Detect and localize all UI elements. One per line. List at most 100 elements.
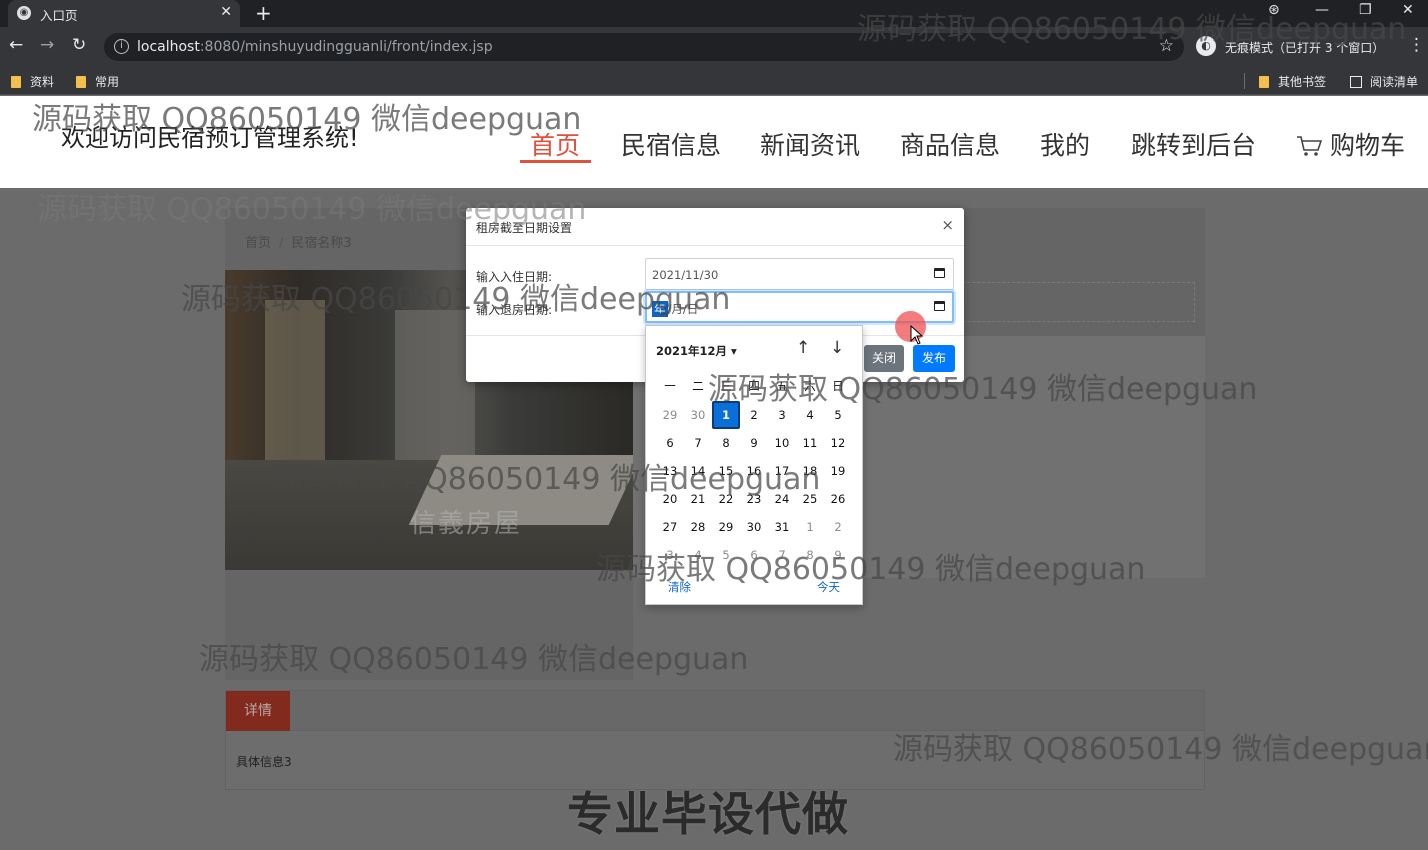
weekday-header: 四 bbox=[748, 379, 760, 393]
more-menu-icon[interactable]: ⋮ bbox=[1408, 35, 1425, 55]
calendar-day[interactable]: 31 bbox=[768, 513, 796, 541]
calendar-day[interactable]: 14 bbox=[684, 457, 712, 485]
calendar-day[interactable]: 18 bbox=[796, 457, 824, 485]
calendar-day[interactable]: 19 bbox=[824, 457, 852, 485]
calendar-day[interactable]: 12 bbox=[824, 429, 852, 457]
calendar-day[interactable]: 23 bbox=[740, 485, 768, 513]
nav-cart[interactable]: 购物车 bbox=[1296, 126, 1405, 162]
weekday-header: 五 bbox=[776, 379, 788, 393]
calendar-day[interactable]: 5 bbox=[712, 541, 740, 569]
calendar-day[interactable]: 20 bbox=[656, 485, 684, 513]
calendar-day[interactable]: 2 bbox=[740, 401, 768, 429]
checkout-label: 输入退房日期: bbox=[476, 303, 553, 317]
browser-tab[interactable]: ◉ 入口页 ✕ bbox=[8, 0, 240, 27]
calendar-day[interactable]: 10 bbox=[768, 429, 796, 457]
calendar-day[interactable]: 9 bbox=[740, 429, 768, 457]
reading-list[interactable]: 阅读清单 bbox=[1350, 73, 1418, 89]
nav-products[interactable]: 商品信息 bbox=[900, 126, 1000, 162]
calendar-day[interactable]: 8 bbox=[796, 541, 824, 569]
calendar-day[interactable]: 15 bbox=[712, 457, 740, 485]
calendar-day[interactable]: 30 bbox=[684, 401, 712, 429]
detail-card: 详情 具体信息3 bbox=[225, 690, 1205, 790]
checkin-date-input[interactable]: 2021/11/30 bbox=[645, 258, 954, 290]
bookmark-star-icon[interactable]: ☆ bbox=[1159, 36, 1174, 56]
bookmark-item[interactable]: 常用 bbox=[76, 73, 119, 89]
url-text: localhost:8080/minshuyudingguanli/front/… bbox=[137, 39, 493, 55]
calendar-day[interactable]: 22 bbox=[712, 485, 740, 513]
tab-detail[interactable]: 详情 bbox=[226, 691, 290, 731]
tab-search-icon[interactable]: ⊛ bbox=[1268, 2, 1280, 18]
checkin-date-value: 2021/11/30 bbox=[652, 268, 719, 282]
tab-title: 入口页 bbox=[40, 8, 78, 23]
calendar-day[interactable]: 2 bbox=[824, 513, 852, 541]
tab-close-icon[interactable]: ✕ bbox=[220, 4, 232, 20]
nav-mine[interactable]: 我的 bbox=[1040, 126, 1090, 162]
calendar-day[interactable]: 24 bbox=[768, 485, 796, 513]
folder-icon bbox=[76, 76, 86, 88]
calendar-day[interactable]: 11 bbox=[796, 429, 824, 457]
calendar-day[interactable]: 21 bbox=[684, 485, 712, 513]
modal-close-icon[interactable]: × bbox=[941, 216, 954, 234]
calendar-day[interactable]: 3 bbox=[768, 401, 796, 429]
calendar-day[interactable]: 9 bbox=[824, 541, 852, 569]
calendar-day[interactable]: 8 bbox=[712, 429, 740, 457]
calendar-day[interactable]: 29 bbox=[656, 401, 684, 429]
address-bar[interactable]: i localhost:8080/minshuyudingguanli/fron… bbox=[104, 33, 1184, 61]
calendar-day[interactable]: 30 bbox=[740, 513, 768, 541]
calendar-day[interactable]: 25 bbox=[796, 485, 824, 513]
calendar-day[interactable]: 1 bbox=[712, 401, 740, 429]
reload-icon[interactable]: ↻ bbox=[72, 35, 86, 55]
info-icon[interactable]: i bbox=[114, 39, 129, 54]
calendar-day[interactable]: 6 bbox=[740, 541, 768, 569]
folder-icon bbox=[1259, 76, 1269, 88]
close-button[interactable]: 关闭 bbox=[864, 345, 904, 372]
modal-header: 租房截至日期设置 × bbox=[466, 208, 964, 246]
bookmark-item[interactable]: 资料 bbox=[11, 73, 54, 89]
year-segment[interactable]: 年 bbox=[652, 301, 668, 317]
site-header: 欢迎访问民宿预订管理系统! 首页 民宿信息 新闻资讯 商品信息 我的 跳转到后台… bbox=[0, 96, 1428, 188]
bookmarks-bar: 资料 常用 其他书签 阅读清单 bbox=[0, 67, 1428, 95]
calendar-day[interactable]: 28 bbox=[684, 513, 712, 541]
calendar-day[interactable]: 3 bbox=[656, 541, 684, 569]
clear-button[interactable]: 清除 bbox=[668, 579, 691, 595]
calendar-day[interactable]: 17 bbox=[768, 457, 796, 485]
next-month-icon[interactable]: ↓ bbox=[830, 338, 844, 358]
month-year-selector[interactable]: 2021年12月 ▾ bbox=[656, 343, 737, 359]
bookmark-separator bbox=[1244, 73, 1245, 89]
minimize-icon[interactable]: — bbox=[1315, 2, 1329, 18]
calendar-day[interactable]: 13 bbox=[656, 457, 684, 485]
nav-home[interactable]: 首页 bbox=[530, 126, 580, 162]
calendar-day[interactable]: 5 bbox=[824, 401, 852, 429]
previous-month-icon[interactable]: ↑ bbox=[796, 338, 810, 358]
incognito-label: 无痕模式（已打开 3 个窗口） bbox=[1225, 41, 1385, 55]
forward-icon[interactable]: → bbox=[40, 35, 54, 55]
publish-button[interactable]: 发布 bbox=[913, 345, 955, 372]
new-tab-button[interactable]: + bbox=[255, 1, 272, 25]
calendar-day[interactable]: 16 bbox=[740, 457, 768, 485]
other-bookmarks[interactable]: 其他书签 bbox=[1259, 73, 1326, 89]
calendar-day[interactable]: 7 bbox=[684, 429, 712, 457]
today-button[interactable]: 今天 bbox=[817, 579, 840, 595]
nav-admin[interactable]: 跳转到后台 bbox=[1131, 126, 1256, 162]
calendar-icon[interactable] bbox=[934, 301, 945, 311]
nav-homestay-info[interactable]: 民宿信息 bbox=[621, 126, 721, 162]
calendar-day[interactable]: 29 bbox=[712, 513, 740, 541]
globe-icon: ◉ bbox=[17, 6, 31, 20]
back-icon[interactable]: ← bbox=[9, 35, 23, 55]
bottom-banner: 专业毕设代做 bbox=[567, 787, 849, 841]
calendar-day[interactable]: 4 bbox=[796, 401, 824, 429]
breadcrumb: 首页 / 民宿名称3 bbox=[245, 232, 352, 251]
calendar-day[interactable]: 7 bbox=[768, 541, 796, 569]
calendar-day[interactable]: 26 bbox=[824, 485, 852, 513]
nav-news[interactable]: 新闻资讯 bbox=[760, 126, 860, 162]
calendar-icon[interactable] bbox=[934, 268, 945, 278]
calendar-day[interactable]: 6 bbox=[656, 429, 684, 457]
detail-tab-row: 详情 bbox=[226, 691, 1204, 731]
breadcrumb-home[interactable]: 首页 bbox=[245, 236, 271, 251]
calendar-day[interactable]: 1 bbox=[796, 513, 824, 541]
calendar-day[interactable]: 4 bbox=[684, 541, 712, 569]
incognito-icon: ◐ bbox=[1196, 36, 1216, 56]
window-close-icon[interactable]: ✕ bbox=[1402, 2, 1414, 18]
restore-icon[interactable]: ❐ bbox=[1359, 2, 1372, 18]
calendar-day[interactable]: 27 bbox=[656, 513, 684, 541]
